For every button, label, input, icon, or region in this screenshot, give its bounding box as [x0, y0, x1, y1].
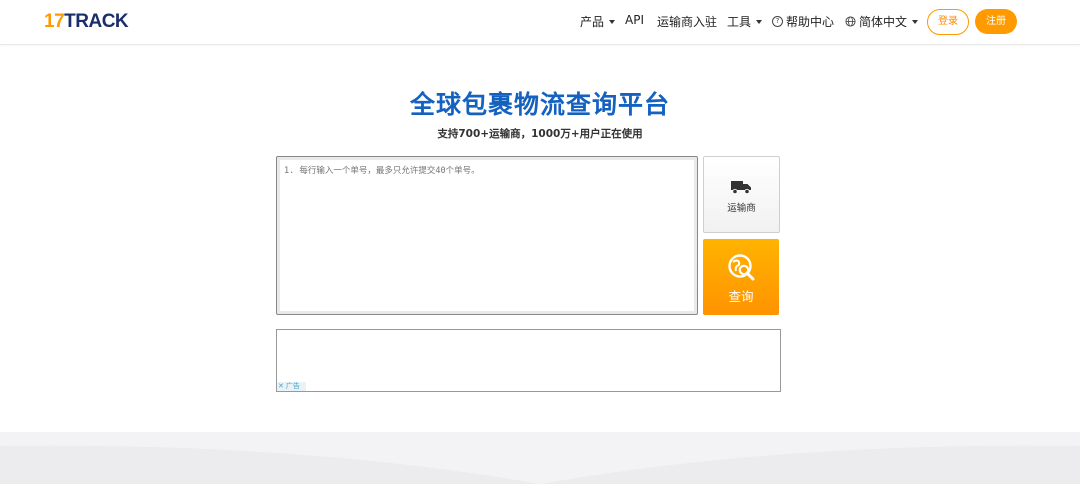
caret-down-icon [912, 19, 919, 24]
nav-help[interactable]: ? 帮助中心 [772, 13, 834, 30]
login-button[interactable]: 登录 [927, 9, 969, 35]
ad-banner[interactable]: ✕ 广告 [276, 329, 781, 392]
nav-language[interactable]: 简体中文 [845, 13, 919, 30]
nav-api-label: API [625, 13, 644, 27]
truck-icon [731, 181, 751, 194]
register-button[interactable]: 注册 [975, 9, 1017, 34]
caret-down-icon [756, 19, 763, 24]
nav-products[interactable]: 产品 [580, 13, 616, 30]
logo-text: TRACK [64, 11, 129, 32]
carrier-select-button[interactable]: 运输商 [703, 156, 780, 233]
ad-badge[interactable]: ✕ 广告 [277, 382, 306, 391]
caret-down-icon [609, 19, 616, 24]
nav-carrier-join[interactable]: 运输商入驻 [657, 13, 717, 30]
globe-icon [845, 16, 856, 27]
query-button[interactable]: 查询 [703, 239, 779, 315]
nav-tools[interactable]: 工具 [727, 13, 763, 30]
query-button-label: 查询 [728, 289, 754, 304]
globe-search-icon [728, 254, 755, 281]
nav-tools-label: 工具 [727, 15, 752, 29]
nav-language-label: 简体中文 [859, 15, 908, 29]
nav-api[interactable]: API [625, 13, 644, 27]
carrier-button-label: 运输商 [727, 203, 756, 214]
tracking-number-input[interactable] [280, 160, 696, 315]
top-header: 17 TRACK 产品 API 运输商入驻 工具 ? 帮助中心 简体中文 登录 注… [0, 0, 1080, 45]
17track-logo[interactable]: 17 TRACK [44, 11, 129, 33]
nav-products-label: 产品 [580, 15, 605, 29]
help-circle-icon: ? [772, 16, 783, 27]
page-title: 全球包裹物流查询平台 [409, 90, 670, 119]
close-icon[interactable]: ✕ [278, 382, 284, 391]
footer-background [0, 432, 1080, 484]
logo-number: 17 [44, 11, 65, 32]
ad-badge-label: 广告 [285, 382, 300, 390]
nav-carrier-join-label: 运输商入驻 [657, 15, 718, 29]
tracking-input-container [276, 156, 698, 315]
nav-help-label: 帮助中心 [786, 15, 835, 29]
page-subtitle: 支持700+运输商，1000万+用户正在使用 [437, 128, 643, 140]
